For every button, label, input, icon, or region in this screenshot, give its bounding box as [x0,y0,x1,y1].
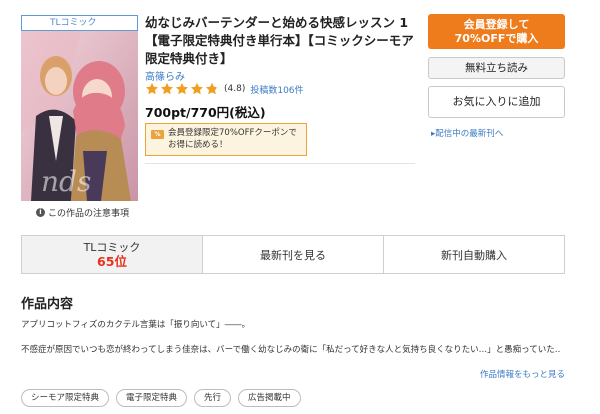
caution-link[interactable]: i この作品の注意事項 [36,206,129,219]
tab-ranking[interactable]: TLコミック 65位 [22,236,203,273]
register-line-2: 70%OFFで購入 [454,32,539,45]
tag-chip[interactable]: シーモア限定特典 [21,389,110,407]
star-icon [190,82,204,95]
tag-chip[interactable]: 先行 [194,389,232,407]
product-title: 幼なじみバーテンダーと始める快感レッスン 1 【電子限定特典付き単行本】【コミッ… [145,14,415,68]
star-icon [160,82,174,95]
coupon-line-2: お得に読める！ [168,140,228,150]
coupon-line-1: 会員登録限定70%OFFクーポンで [168,128,297,138]
star-rating [145,82,219,96]
caution-label: この作品の注意事項 [48,209,130,219]
more-info-link[interactable]: 作品情報をもっと見る [480,368,565,380]
author-link[interactable]: 高篠らみ [145,68,185,83]
genre-badge[interactable]: TLコミック [21,15,138,31]
star-icon [175,82,189,95]
title-line-3: 限定特典付き】 [145,51,233,66]
add-favorite-button[interactable]: お気に入りに追加 [428,86,565,118]
coupon-ticket-icon: % [151,130,164,139]
tag-list: シーモア限定特典 電子限定特典 先行 広告掲載中 [21,389,301,407]
description-heading: 作品内容 [21,297,74,312]
title-line-1: 幼なじみバーテンダーと始める快感レッスン 1 [145,15,409,30]
latest-volume-link[interactable]: ▸配信中の最新刊へ [431,127,503,139]
info-icon: i [36,208,45,217]
action-tabbar: TLコミック 65位 最新刊を見る 新刊自動購入 [21,235,565,274]
description-line-2: 不感症が原因でいつも恋が終わってしまう佳奈は、バーで働く幼なじみの衛に「私だって… [21,343,561,355]
description-line-2-suffix: た… [546,345,561,355]
review-count-link[interactable]: 投稿数106件 [250,83,303,96]
free-sample-button[interactable]: 無料立ち読み [428,57,565,79]
rating: (4.8) 投稿数106件 [145,82,304,96]
price: 700pt/770円(税込) [145,105,266,120]
ranking-genre: TLコミック [83,240,141,254]
cover-illustration: nds [21,31,138,201]
star-half-icon [205,82,219,95]
register-purchase-button[interactable]: 会員登録して 70%OFFで購入 [428,14,565,49]
coupon-banner[interactable]: % 会員登録限定70%OFFクーポンで お得に読める！ [145,123,307,156]
title-line-2: 【電子限定特典付き単行本】【コミックシーモア [145,33,414,48]
svg-text:nds: nds [41,165,91,198]
description-line-1: アプリコットフィズのカクテル言葉は「振り向いて」――。 [21,320,251,330]
description-line-2-text: 不感症が原因でいつも恋が終わってしまう佳奈は、バーで働く幼なじみの衛に「私だって… [21,345,547,355]
ranking-position: 65位 [97,253,127,269]
rating-value: (4.8) [224,84,246,94]
divider [145,163,415,164]
star-icon [145,82,159,95]
cover-image[interactable]: nds [21,31,138,201]
tab-auto-purchase[interactable]: 新刊自動購入 [384,236,564,273]
tab-latest-volume[interactable]: 最新刊を見る [203,236,384,273]
tag-chip[interactable]: 広告掲載中 [238,389,301,407]
register-line-1: 会員登録して [463,18,530,31]
tag-chip[interactable]: 電子限定特典 [116,389,188,407]
